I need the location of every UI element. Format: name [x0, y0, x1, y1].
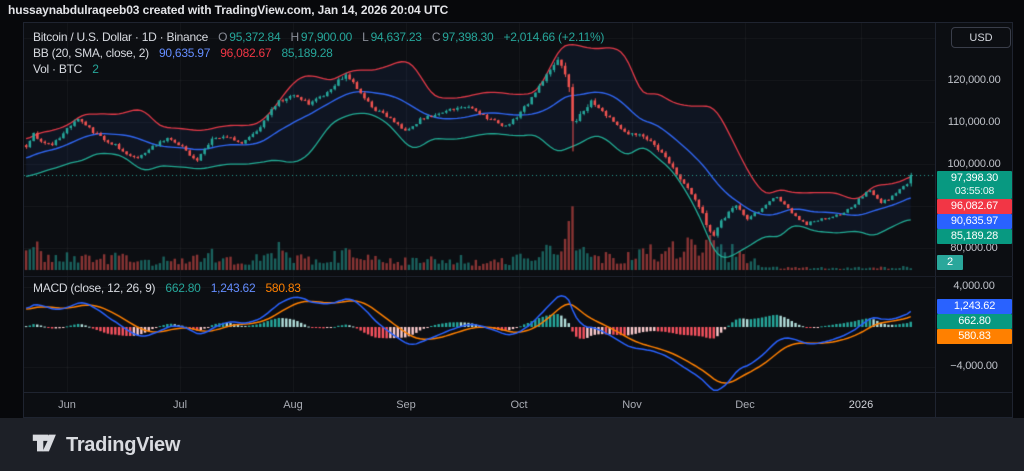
bb-basis-badge: 90,635.97: [937, 214, 1012, 229]
high-value: 97,900.00: [300, 30, 353, 44]
bb-legend-row[interactable]: BB (20, SMA, close, 2) 90,635.97 96,082.…: [33, 46, 333, 60]
macd-hist-badge: 662.80: [937, 314, 1012, 329]
last-price-value: 97,398.30: [950, 172, 999, 184]
macd-hist-value: 662.80: [165, 281, 201, 295]
macd-tick-neg: −4,000.00: [950, 360, 998, 372]
volume-label: Vol · BTC: [33, 62, 83, 76]
attribution-text: hussaynabdulraqeeb03 created with Tradin…: [8, 3, 449, 17]
last-price-badge: 97,398.30 03:55:08: [937, 171, 1012, 199]
pane-divider: [24, 276, 1013, 277]
bb-basis-value: 90,635.97: [158, 46, 211, 60]
time-label-aug: Aug: [283, 399, 303, 411]
currency-toggle-button[interactable]: USD: [951, 27, 1011, 48]
macd-signal-value: 580.83: [265, 281, 301, 295]
low-label: L: [362, 30, 369, 44]
symbol-title: Bitcoin / U.S. Dollar · 1D · Binance: [33, 30, 209, 44]
price-tick-100k: 100,000.00: [947, 158, 1001, 170]
macd-tick-pos: 4,000.00: [953, 280, 995, 292]
bar-countdown: 03:55:08: [954, 185, 995, 197]
time-label-oct: Oct: [510, 399, 528, 411]
bb-upper-value: 96,082.67: [220, 46, 272, 60]
macd-legend-row[interactable]: MACD (close, 12, 26, 9) 662.80 1,243.62 …: [33, 281, 301, 295]
time-label-jun: Jun: [58, 399, 76, 411]
time-label-sep: Sep: [396, 399, 416, 411]
open-value: 95,372.84: [229, 30, 281, 44]
change-value: +2,014.66 (+2.11%): [503, 30, 605, 44]
macd-line-badge: 1,243.62: [937, 299, 1012, 314]
open-label: O: [218, 30, 228, 44]
macd-line-value: 1,243.62: [210, 281, 256, 295]
time-scale[interactable]: [24, 393, 935, 417]
bb-label: BB (20, SMA, close, 2): [33, 46, 149, 60]
bb-lower-badge: 85,189.28: [937, 229, 1012, 244]
tradingview-logo-text: TradingView: [66, 433, 181, 456]
macd-signal-badge: 580.83: [937, 329, 1012, 344]
price-tick-110k: 110,000.00: [947, 116, 1001, 128]
volume-legend-row[interactable]: Vol · BTC 2: [33, 62, 99, 76]
bb-upper-badge: 96,082.67: [937, 199, 1012, 214]
time-label-dec: Dec: [735, 399, 755, 411]
tradingview-logo[interactable]: TradingView: [30, 430, 180, 460]
price-tick-120k: 120,000.00: [947, 74, 1001, 86]
high-label: H: [290, 30, 300, 44]
time-label-jul: Jul: [172, 399, 188, 411]
close-value: 97,398.30: [442, 30, 494, 44]
volume-badge: 2: [937, 255, 963, 270]
close-label: C: [431, 30, 441, 44]
tradingview-snapshot: hussaynabdulraqeeb03 created with Tradin…: [0, 0, 1024, 471]
symbol-legend-row[interactable]: Bitcoin / U.S. Dollar · 1D · Binance O 95…: [33, 30, 604, 44]
low-value: 94,637.23: [370, 30, 422, 44]
volume-value: 2: [92, 62, 99, 76]
tradingview-logo-icon: [30, 429, 58, 462]
time-label-2026: 2026: [848, 399, 874, 411]
bb-lower-value: 85,189.28: [281, 46, 333, 60]
time-label-nov: Nov: [622, 399, 642, 411]
macd-label: MACD (close, 12, 26, 9): [33, 281, 156, 295]
